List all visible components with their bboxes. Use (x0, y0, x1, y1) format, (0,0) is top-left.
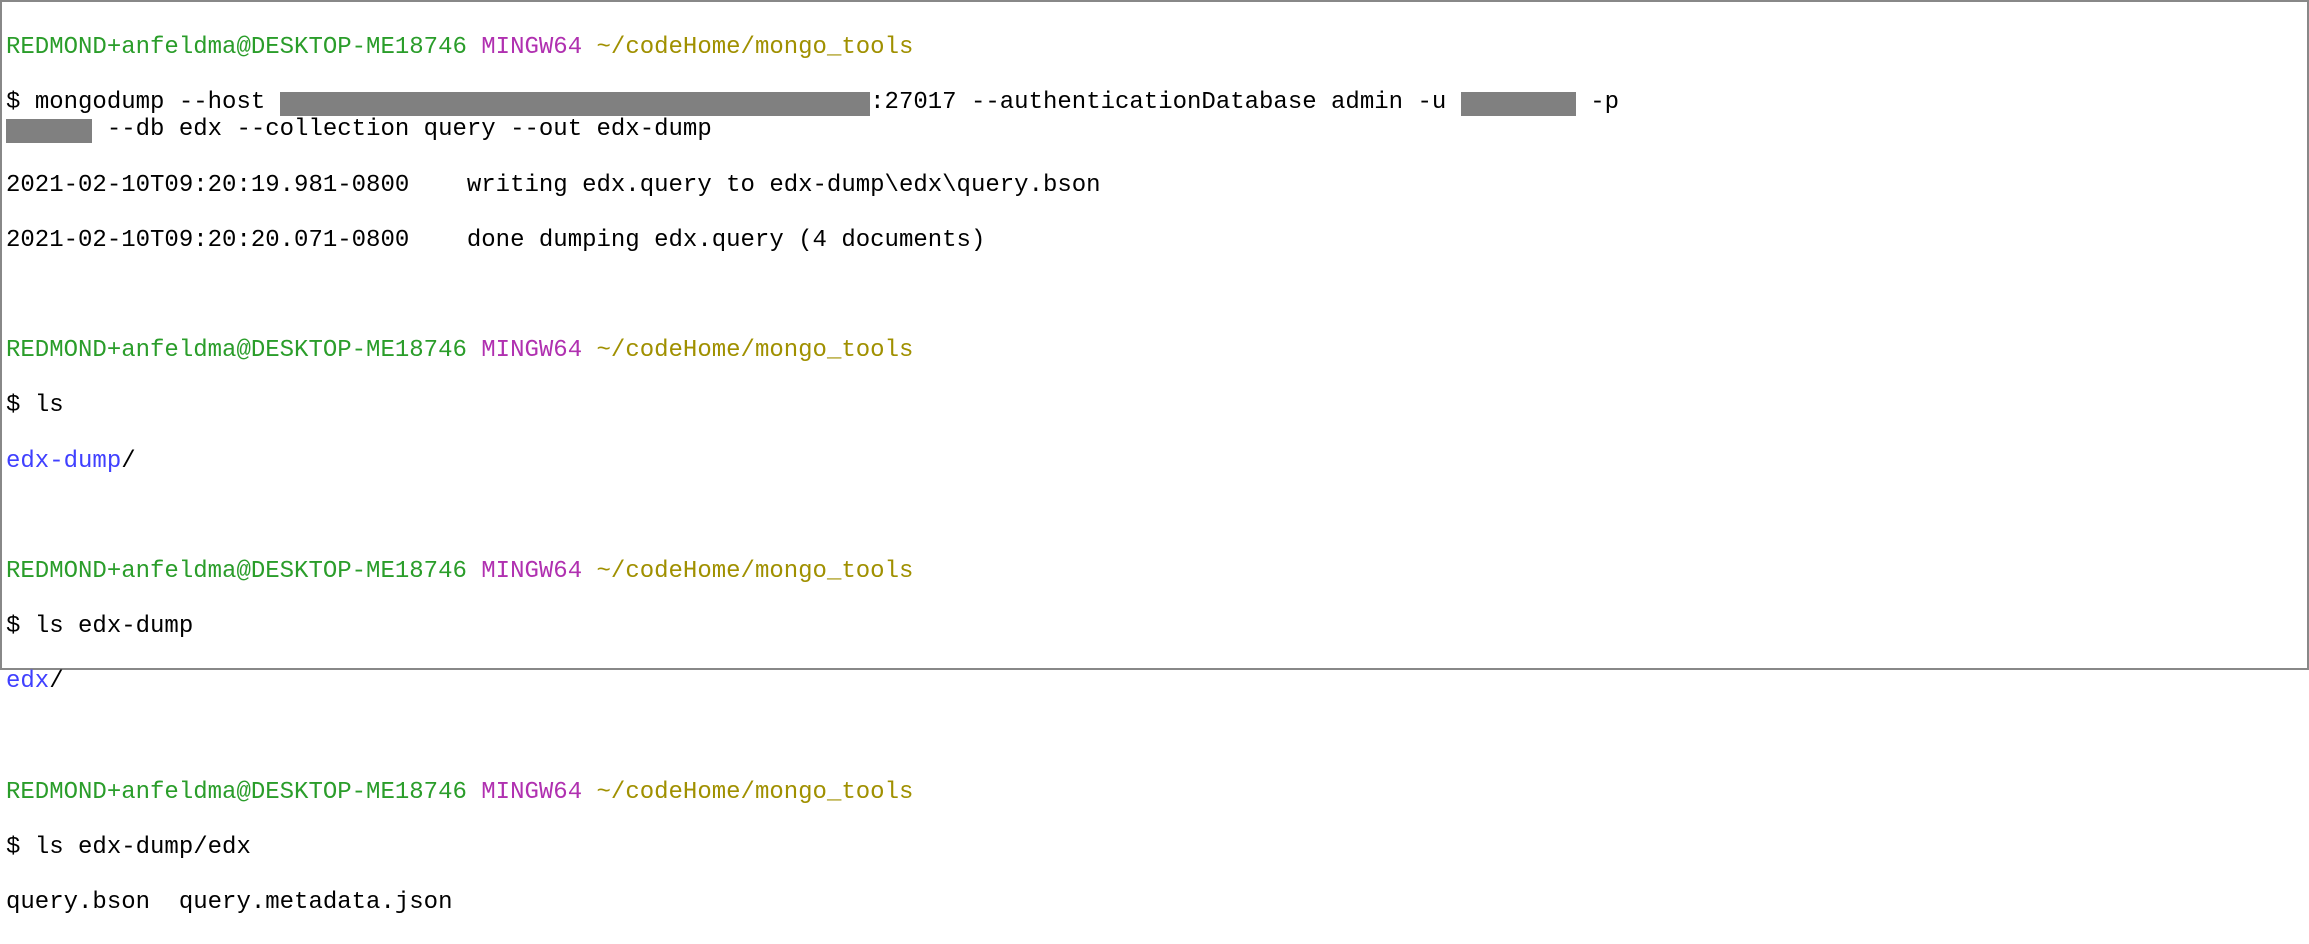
user-host: REDMOND+anfeldma@DESKTOP-ME18746 (6, 779, 467, 806)
terminal-output[interactable]: REDMOND+anfeldma@DESKTOP-ME18746 MINGW64… (6, 6, 2303, 944)
user-host: REDMOND+anfeldma@DESKTOP-ME18746 (6, 34, 467, 61)
dir-name: edx (6, 668, 49, 695)
output-line: edx/ (6, 668, 2303, 696)
command-line-4: $ ls edx-dump/edx (6, 834, 2303, 862)
prompt-line-4: REDMOND+anfeldma@DESKTOP-ME18746 MINGW64… (6, 779, 2303, 807)
command-line-1: $ mongodump --host :27017 --authenticati… (6, 89, 2303, 144)
dir-name: edx-dump (6, 448, 121, 475)
command-line-2: $ ls (6, 392, 2303, 420)
prompt-line-1: REDMOND+anfeldma@DESKTOP-ME18746 MINGW64… (6, 34, 2303, 62)
cmd-text: ls (35, 392, 64, 419)
prompt-symbol: $ (6, 392, 20, 419)
command-line-3: $ ls edx-dump (6, 613, 2303, 641)
redacted-host (280, 92, 871, 116)
prompt-symbol: $ (6, 89, 20, 116)
system-label: MINGW64 (481, 558, 582, 585)
system-label: MINGW64 (481, 337, 582, 364)
cmd-text: -p (1576, 89, 1634, 116)
cmd-text: :27017 --authenticationDatabase admin -u (870, 89, 1461, 116)
prompt-symbol: $ (6, 834, 20, 861)
prompt-line-2: REDMOND+anfeldma@DESKTOP-ME18746 MINGW64… (6, 337, 2303, 365)
output-line: 2021-02-10T09:20:20.071-0800 done dumpin… (6, 227, 2303, 255)
blank-line (6, 723, 2303, 751)
blank-line (6, 282, 2303, 310)
cmd-text: ls edx-dump/edx (35, 834, 251, 861)
cwd-path: ~/codeHome/mongo_tools (597, 34, 914, 61)
prompt-symbol: $ (6, 613, 20, 640)
prompt-line-3: REDMOND+anfeldma@DESKTOP-ME18746 MINGW64… (6, 558, 2303, 586)
output-line: 2021-02-10T09:20:19.981-0800 writing edx… (6, 172, 2303, 200)
output-line: edx-dump/ (6, 448, 2303, 476)
cwd-path: ~/codeHome/mongo_tools (597, 779, 914, 806)
cmd-text: mongodump --host (35, 89, 280, 116)
dir-slash: / (49, 668, 63, 695)
system-label: MINGW64 (481, 779, 582, 806)
dir-slash: / (121, 448, 135, 475)
user-host: REDMOND+anfeldma@DESKTOP-ME18746 (6, 337, 467, 364)
system-label: MINGW64 (481, 34, 582, 61)
cmd-text: --db edx --collection query --out edx-du… (92, 116, 711, 143)
cwd-path: ~/codeHome/mongo_tools (597, 337, 914, 364)
redacted-user (1461, 92, 1576, 116)
user-host: REDMOND+anfeldma@DESKTOP-ME18746 (6, 558, 467, 585)
output-line: query.bson query.metadata.json (6, 889, 2303, 917)
redacted-password (6, 119, 92, 143)
cwd-path: ~/codeHome/mongo_tools (597, 558, 914, 585)
blank-line (6, 503, 2303, 531)
cmd-text: ls edx-dump (35, 613, 193, 640)
